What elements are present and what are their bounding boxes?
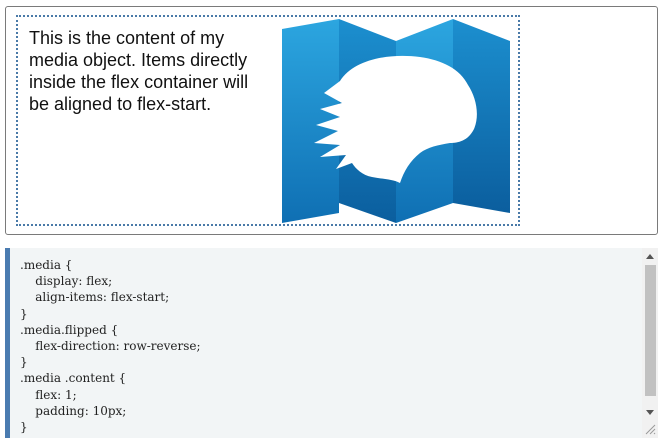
code-line: } — [20, 355, 28, 370]
code-line: flex: 1; — [20, 387, 77, 402]
resize-handle-icon[interactable] — [644, 423, 656, 435]
scroll-up-arrow-icon[interactable] — [646, 254, 654, 259]
code-line: } — [20, 420, 28, 435]
scroll-thumb[interactable] — [645, 265, 656, 396]
code-line: padding: 10px; — [20, 403, 127, 418]
media-object: This is the content of my media object. … — [16, 15, 520, 226]
css-code-editor[interactable]: .media { display: flex; align-items: fle… — [5, 248, 658, 438]
scroll-down-arrow-icon[interactable] — [646, 410, 654, 415]
vertical-scrollbar[interactable] — [642, 248, 658, 438]
media-content-text: This is the content of my media object. … — [29, 28, 249, 114]
code-line: display: flex; — [20, 274, 113, 289]
code-line: align-items: flex-start; — [20, 290, 170, 305]
css-code[interactable]: .media { display: flex; align-items: fle… — [20, 257, 201, 435]
code-line: flex-direction: row-reverse; — [20, 339, 201, 354]
bear-map-icon — [282, 19, 512, 223]
code-line: .media.flipped { — [20, 322, 119, 337]
output-frame: This is the content of my media object. … — [5, 6, 658, 235]
code-line: .media .content { — [20, 371, 127, 386]
code-line: .media { — [20, 258, 73, 272]
code-line: } — [20, 306, 28, 321]
